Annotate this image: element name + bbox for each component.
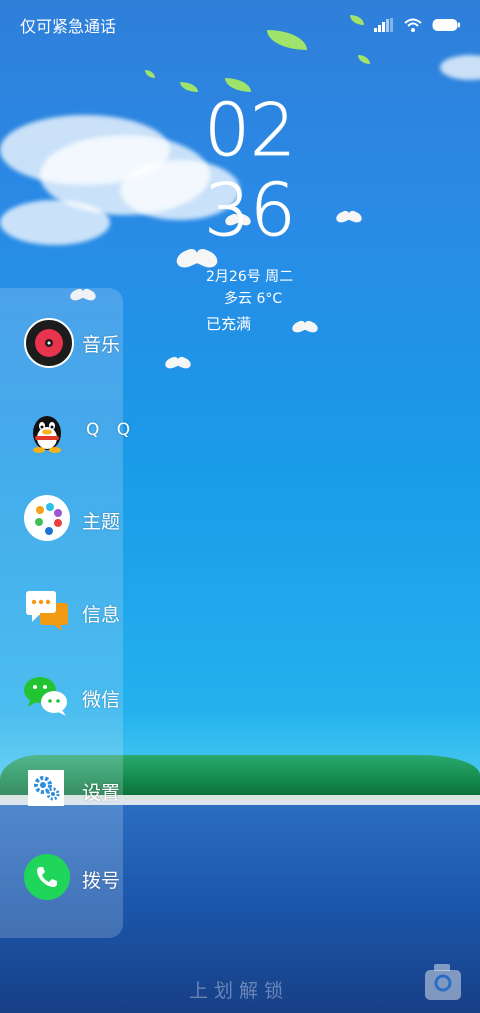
message-icon — [22, 588, 72, 634]
app-dock: 音乐 Q Q 主题 信息 微信 设置 拨号 — [0, 288, 130, 938]
settings-icon — [28, 770, 64, 806]
clock-hour: 02 — [204, 88, 297, 172]
status-bar: 仅可紧急通话 — [0, 0, 480, 50]
camera-icon — [433, 973, 453, 997]
dock-item-music[interactable]: 音乐 — [0, 308, 123, 378]
camera-bump — [434, 964, 450, 971]
dock-item-settings[interactable]: 设置 — [0, 756, 123, 826]
weather-text: 多云 6°C — [224, 291, 283, 307]
carrier-text: 仅可紧急通话 — [20, 17, 117, 36]
dock-label-message: 信息 — [82, 604, 121, 626]
dock-label-phone: 拨号 — [82, 870, 121, 892]
qq-icon — [24, 408, 70, 454]
dock-label-settings: 设置 — [82, 782, 121, 804]
phone-icon — [24, 854, 70, 900]
charging-status: 已充满 — [206, 315, 252, 333]
dock-label-wechat: 微信 — [82, 689, 121, 711]
theme-palette-icon — [24, 495, 70, 541]
battery-icon — [432, 18, 460, 32]
dock-item-wechat[interactable]: 微信 — [0, 663, 123, 733]
camera-button[interactable] — [425, 964, 461, 1000]
dock-item-theme[interactable]: 主题 — [0, 485, 123, 555]
wechat-icon — [22, 673, 72, 719]
clock-minute: 36 — [204, 168, 297, 252]
dock-item-phone[interactable]: 拨号 — [0, 844, 123, 914]
dock-item-message[interactable]: 信息 — [0, 578, 123, 648]
dock-label-music: 音乐 — [82, 334, 121, 356]
date-text: 2月26号 周二 — [206, 269, 294, 285]
dock-label-qq: Q Q — [86, 420, 137, 440]
dock-item-qq[interactable]: Q Q — [0, 398, 130, 468]
wifi-icon — [404, 18, 422, 32]
music-icon — [24, 318, 74, 368]
unlock-hint[interactable]: 上划解锁 — [189, 976, 289, 1003]
dock-label-theme: 主题 — [82, 511, 121, 533]
signal-icon — [374, 18, 394, 32]
clock: 02 36 — [200, 88, 300, 252]
